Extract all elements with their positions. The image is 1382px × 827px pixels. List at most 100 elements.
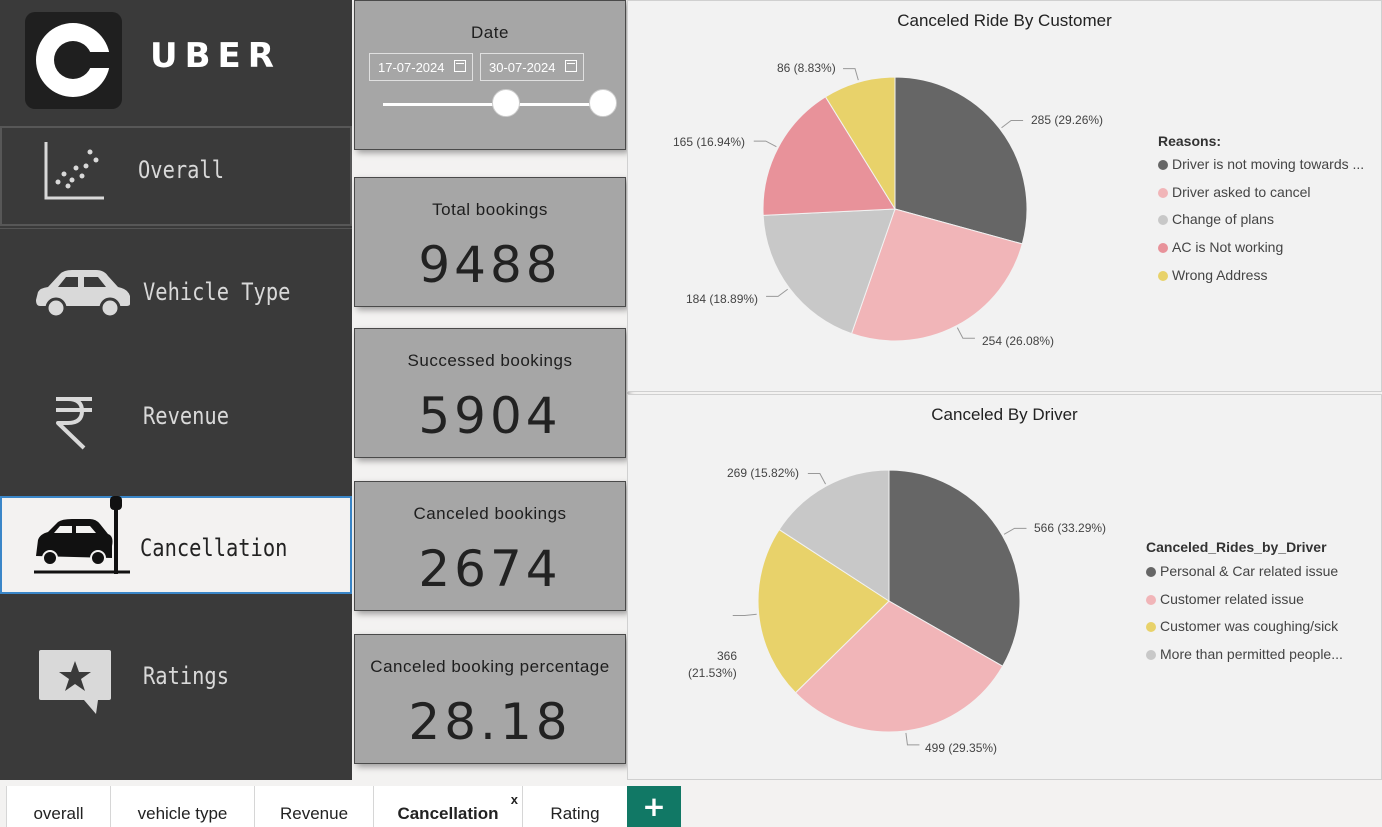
sidebar-item-label: Ratings bbox=[143, 662, 229, 690]
legend-label: Wrong Address bbox=[1172, 267, 1268, 283]
legend-item[interactable]: Driver asked to cancel bbox=[1158, 184, 1311, 200]
kpi-value: 28.18 bbox=[408, 693, 572, 751]
sidebar-item-vehicle-type[interactable]: Vehicle Type bbox=[0, 238, 352, 348]
kpi-card-canceled-bookings: Canceled bookings 2674 bbox=[354, 481, 626, 611]
car-crash-icon bbox=[34, 496, 130, 574]
slider-start-handle[interactable] bbox=[492, 89, 520, 117]
legend-marker bbox=[1146, 567, 1156, 577]
end-date-input[interactable]: 30-07-2024 bbox=[480, 53, 584, 81]
sidebar-item-revenue[interactable]: Revenue bbox=[0, 360, 352, 480]
legend-item[interactable]: Driver is not moving towards ... bbox=[1158, 156, 1364, 172]
kpi-card-successed-bookings: Successed bookings 5904 bbox=[354, 328, 626, 458]
legend-item[interactable]: Change of plans bbox=[1158, 211, 1274, 227]
start-date-input[interactable]: 17-07-2024 bbox=[369, 53, 473, 81]
logo-text: UBER bbox=[150, 36, 281, 76]
data-label: 254 (26.08%) bbox=[982, 334, 1055, 348]
data-label: 86 (8.83%) bbox=[777, 61, 836, 75]
legend-label: Personal & Car related issue bbox=[1160, 563, 1339, 579]
legend-label: Driver is not moving towards ... bbox=[1172, 156, 1365, 172]
legend-marker bbox=[1158, 160, 1168, 170]
leader-line bbox=[807, 473, 827, 485]
kpi-title: Total bookings bbox=[432, 200, 548, 219]
legend-item[interactable]: Personal & Car related issue bbox=[1146, 563, 1338, 579]
legend-label: Change of plans bbox=[1172, 211, 1274, 227]
legend-label: Customer related issue bbox=[1160, 591, 1304, 607]
tab-label: vehicle type bbox=[137, 804, 228, 823]
data-label: 366 bbox=[717, 649, 738, 663]
legend-marker bbox=[1146, 622, 1156, 632]
data-label: 165 (16.94%) bbox=[673, 135, 746, 149]
tab-label: overall bbox=[33, 804, 84, 823]
driver-cancel-chart-panel: Canceled By Driver 566 (33.29%) 499 (29.… bbox=[627, 394, 1382, 780]
tab-label: Cancellation bbox=[397, 804, 499, 823]
star-review-icon bbox=[39, 650, 111, 714]
date-filter-title: Date bbox=[471, 23, 509, 42]
sidebar-nav: UBER Overall Vehicle Type Revenue Cancel… bbox=[0, 0, 352, 780]
legend-item[interactable]: More than permitted people... bbox=[1146, 646, 1343, 662]
tab-cancellation[interactable]: Cancellation x bbox=[373, 786, 522, 827]
close-icon[interactable]: x bbox=[511, 792, 518, 807]
sidebar-item-label: Vehicle Type bbox=[143, 278, 291, 306]
driver-cancel-pie[interactable] bbox=[628, 395, 1382, 781]
end-date-value: 30-07-2024 bbox=[489, 60, 556, 75]
page-tab-bar: overall vehicle type Revenue Cancellatio… bbox=[0, 782, 1382, 827]
customer-cancel-chart-panel: Canceled Ride By Customer 285 (29.26%) 2… bbox=[627, 0, 1382, 392]
tab-vehicle-type[interactable]: vehicle type bbox=[110, 786, 254, 827]
sidebar-item-overall[interactable]: Overall bbox=[0, 126, 352, 226]
rupee-icon bbox=[56, 397, 92, 450]
add-page-button[interactable]: + bbox=[627, 786, 681, 827]
legend-marker bbox=[1158, 188, 1168, 198]
kpi-title: Canceled bookings bbox=[413, 504, 567, 523]
data-label: 499 (29.35%) bbox=[925, 741, 998, 755]
tab-label: Rating bbox=[550, 804, 600, 823]
sidebar-item-label: Overall bbox=[138, 156, 224, 184]
legend-item[interactable]: Customer was coughing/sick bbox=[1146, 618, 1338, 634]
legend-item[interactable]: AC is Not working bbox=[1158, 239, 1283, 255]
leader-line bbox=[1003, 527, 1027, 535]
data-label: 269 (15.82%) bbox=[727, 466, 800, 480]
data-label: (21.53%) bbox=[688, 666, 737, 680]
sidebar-item-cancellation[interactable]: Cancellation bbox=[0, 496, 352, 594]
legend-item[interactable]: Customer related issue bbox=[1146, 591, 1304, 607]
data-label: 566 (33.29%) bbox=[1034, 521, 1107, 535]
kpi-title: Canceled booking percentage bbox=[370, 657, 610, 676]
scatter-chart-icon bbox=[44, 142, 104, 200]
calendar-icon[interactable] bbox=[565, 60, 577, 72]
leader-line bbox=[753, 140, 777, 148]
legend-title: Reasons: bbox=[1158, 133, 1222, 149]
kpi-title: Successed bookings bbox=[407, 351, 573, 370]
car-icon bbox=[36, 270, 130, 319]
sidebar-item-label: Revenue bbox=[143, 402, 229, 430]
tab-revenue[interactable]: Revenue bbox=[254, 786, 373, 827]
data-label: 184 (18.89%) bbox=[686, 292, 759, 306]
legend-marker bbox=[1158, 243, 1168, 253]
sidebar-item-ratings[interactable]: Ratings bbox=[0, 610, 352, 760]
kpi-card-total-bookings: Total bookings 9488 bbox=[354, 177, 626, 307]
leader-line bbox=[732, 613, 757, 616]
uber-logo bbox=[25, 12, 122, 109]
leader-line bbox=[905, 732, 920, 746]
leader-line bbox=[843, 68, 859, 81]
kpi-card-canceled-percentage: Canceled booking percentage 28.18 bbox=[354, 634, 626, 764]
kpi-value: 9488 bbox=[418, 236, 562, 294]
sidebar-item-label: Cancellation bbox=[140, 534, 288, 562]
legend-marker bbox=[1158, 215, 1168, 225]
tab-rating[interactable]: Rating bbox=[522, 786, 627, 827]
legend-label: Driver asked to cancel bbox=[1172, 184, 1311, 200]
legend-item[interactable]: Wrong Address bbox=[1158, 267, 1267, 283]
tab-overall[interactable]: overall bbox=[6, 786, 110, 827]
kpi-value: 5904 bbox=[418, 387, 562, 445]
leader-line bbox=[1001, 119, 1024, 129]
calendar-icon[interactable] bbox=[454, 60, 466, 72]
leader-line bbox=[766, 288, 788, 297]
leader-line bbox=[956, 327, 975, 339]
legend-marker bbox=[1146, 650, 1156, 660]
kpi-value: 2674 bbox=[418, 540, 562, 598]
uber-logo-icon bbox=[36, 23, 111, 97]
start-date-value: 17-07-2024 bbox=[378, 60, 445, 75]
legend-label: Customer was coughing/sick bbox=[1160, 618, 1339, 634]
tab-label: Revenue bbox=[279, 804, 349, 823]
legend-title: Canceled_Rides_by_Driver bbox=[1146, 539, 1327, 555]
legend-label: AC is Not working bbox=[1172, 239, 1284, 255]
slider-end-handle[interactable] bbox=[589, 89, 617, 117]
